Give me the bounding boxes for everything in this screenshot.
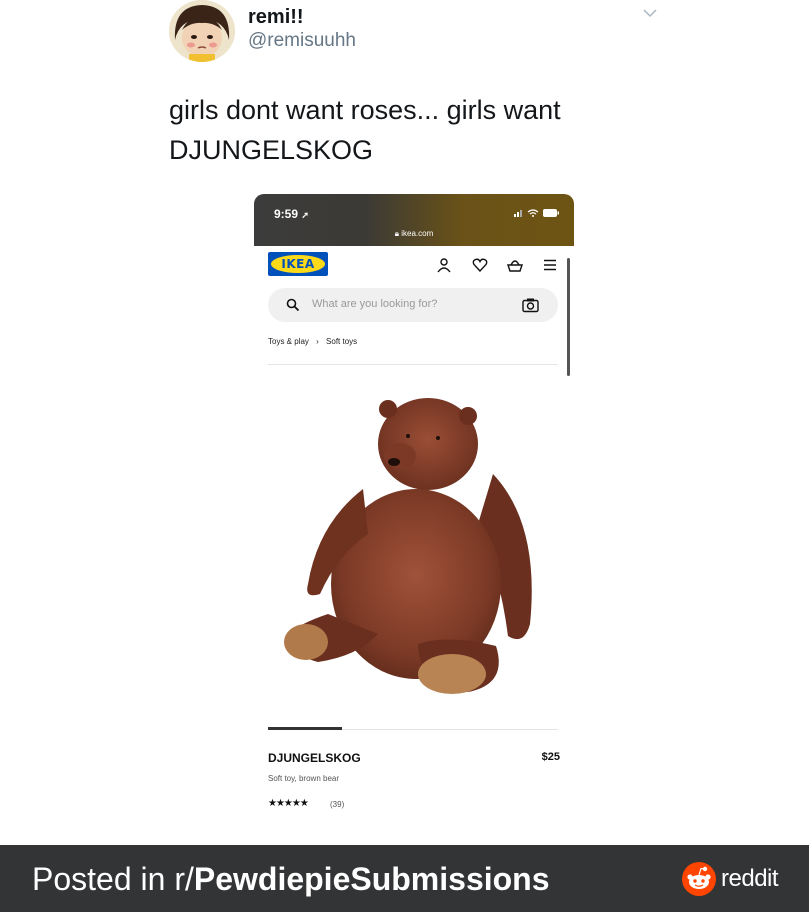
scrollbar[interactable]: [567, 258, 570, 376]
product-price: $25: [541, 751, 560, 763]
reddit-icon[interactable]: [682, 862, 716, 896]
phone-screenshot: 9:59 ➚ 🔒︎ ikea.com IKEA What are you loo…: [254, 194, 574, 830]
menu-icon[interactable]: [542, 257, 558, 273]
footer-banner: Posted in r/PewdiepieSubmissions reddit: [0, 845, 809, 912]
search-bar[interactable]: What are you looking for?: [268, 288, 558, 322]
location-arrow-icon: ➚: [301, 210, 309, 220]
basket-icon[interactable]: [507, 257, 523, 273]
product-description: Soft toy, brown bear: [268, 774, 339, 783]
breadcrumb-soft-toys[interactable]: Soft toys: [326, 337, 357, 346]
product-name[interactable]: DJUNGELSKOG: [268, 751, 361, 765]
chevron-down-icon[interactable]: [641, 6, 659, 20]
divider: [268, 364, 558, 365]
review-count[interactable]: (39): [330, 800, 344, 809]
profile-icon[interactable]: [436, 257, 452, 273]
search-input[interactable]: What are you looking for?: [312, 298, 437, 310]
breadcrumb-separator: ›: [316, 337, 319, 346]
url-bar[interactable]: 🔒︎ ikea.com: [254, 229, 574, 239]
tweet-text: girls dont want roses... girls want DJUN…: [169, 90, 609, 170]
status-bar: 9:59 ➚ 🔒︎ ikea.com: [254, 194, 574, 246]
posted-prefix: Posted in r/: [32, 861, 194, 897]
lock-icon: 🔒︎: [394, 229, 399, 238]
reddit-wordmark[interactable]: reddit: [721, 865, 779, 893]
user-handle[interactable]: @remisuuhh: [248, 30, 356, 52]
avatar[interactable]: [169, 0, 235, 62]
star-rating[interactable]: ★★★★★: [268, 798, 309, 809]
display-name[interactable]: remi!!: [248, 6, 304, 29]
breadcrumb-toys-play[interactable]: Toys & play: [268, 337, 309, 346]
tweet-text-line-1: girls dont want roses... girls want: [169, 95, 561, 125]
status-time: 9:59 ➚: [274, 207, 309, 221]
ikea-logo[interactable]: IKEA: [268, 252, 328, 276]
posted-in-text: Posted in r/PewdiepieSubmissions: [32, 861, 550, 898]
image-indicator[interactable]: [268, 727, 342, 730]
product-image[interactable]: [268, 384, 558, 724]
camera-icon[interactable]: [522, 297, 539, 313]
breadcrumb: Toys & play › Soft toys: [268, 337, 357, 346]
subreddit-name[interactable]: PewdiepieSubmissions: [194, 861, 550, 897]
status-icons: [514, 209, 559, 217]
url-text: ikea.com: [401, 229, 434, 238]
tweet-text-line-2: DJUNGELSKOG: [169, 135, 374, 165]
heart-icon[interactable]: [472, 257, 488, 273]
search-icon[interactable]: [286, 298, 300, 312]
